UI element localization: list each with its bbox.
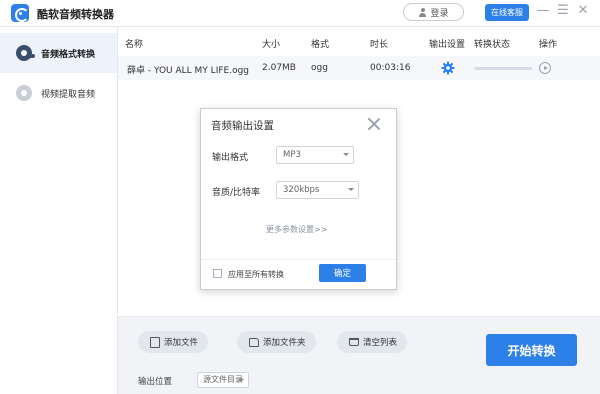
add-file-icon — [150, 336, 160, 348]
chevron-down-icon — [348, 188, 354, 191]
basket-icon — [349, 338, 359, 346]
output-format-label: 输出格式 — [212, 153, 249, 163]
apply-all-checkbox[interactable] — [213, 269, 222, 278]
add-folder-button[interactable]: 添加文件夹 — [237, 331, 316, 353]
sidebar-item-video-extract[interactable]: 视频提取音频 — [0, 73, 117, 113]
sidebar: 音频格式转换 视频提取音频 — [0, 27, 118, 394]
minimize-button[interactable]: — — [536, 4, 550, 18]
bitrate-label: 音质/比特率 — [212, 188, 261, 198]
column-header-status: 转换状态 — [474, 40, 511, 50]
bitrate-select[interactable]: 320kbps — [276, 181, 359, 199]
clear-list-button[interactable]: 清空列表 — [337, 331, 408, 353]
column-header-name: 名称 — [125, 40, 144, 50]
table-row[interactable]: 薛卓 - YOU ALL MY LIFE.ogg 2.07MB ogg 00:0… — [118, 56, 600, 80]
conversion-progress-bar — [474, 67, 532, 70]
more-settings-link[interactable]: 更多参数设置>> — [266, 224, 327, 235]
login-button[interactable]: 登录 — [403, 3, 464, 21]
user-icon — [418, 7, 427, 17]
output-location-select[interactable]: 源文件目录 — [197, 372, 249, 388]
online-service-button[interactable]: 在线客服 — [485, 4, 529, 21]
close-button[interactable]: ✕ — [576, 4, 590, 18]
close-icon[interactable] — [367, 117, 381, 131]
column-header-format: 格式 — [311, 40, 330, 50]
file-size: 2.07MB — [262, 63, 296, 73]
audio-output-settings-dialog: 音频输出设置 输出格式 MP3 音质/比特率 320kbps 更多参数设置>> … — [200, 108, 397, 290]
output-format-value: MP3 — [283, 150, 301, 160]
chevron-down-icon — [238, 379, 244, 382]
ok-button[interactable]: 确定 — [319, 264, 366, 282]
clear-list-label: 清空列表 — [363, 338, 398, 348]
file-name: 薛卓 - YOU ALL MY LIFE.ogg — [127, 66, 250, 76]
dialog-title: 音频输出设置 — [211, 120, 274, 132]
column-header-duration: 时长 — [370, 40, 389, 50]
bottom-toolbar: 添加文件 添加文件夹 清空列表 开始转换 输出位置 源文件目录 — [118, 316, 600, 394]
film-reel-icon — [16, 45, 35, 61]
sidebar-item-label: 视频提取音频 — [41, 89, 96, 100]
menu-button[interactable]: ☰ — [556, 4, 570, 18]
title-bar: 酷软音频转换器 登录 在线客服 — ☰ ✕ — [0, 0, 600, 27]
chevron-down-icon — [343, 153, 349, 156]
start-convert-button[interactable]: 开始转换 — [486, 334, 577, 366]
column-header-size: 大小 — [262, 40, 281, 50]
add-folder-label: 添加文件夹 — [263, 338, 306, 348]
table-header: 名称 大小 格式 时长 输出设置 转换状态 操作 — [118, 35, 600, 51]
file-format: ogg — [311, 63, 328, 73]
play-icon[interactable] — [539, 62, 551, 74]
reel-icon — [16, 85, 32, 101]
dialog-divider — [201, 259, 396, 260]
gear-icon[interactable] — [441, 61, 455, 75]
sidebar-item-label: 音频格式转换 — [41, 49, 96, 60]
file-duration: 00:03:16 — [370, 63, 411, 73]
app-title: 酷软音频转换器 — [37, 8, 114, 21]
bitrate-value: 320kbps — [283, 185, 320, 195]
apply-all-label: 应用至所有转换 — [228, 270, 284, 279]
add-folder-icon — [249, 337, 259, 347]
add-file-button[interactable]: 添加文件 — [138, 331, 209, 353]
login-label: 登录 — [430, 8, 449, 19]
add-file-label: 添加文件 — [164, 338, 199, 348]
column-header-output-settings: 输出设置 — [429, 40, 466, 50]
output-format-select[interactable]: MP3 — [276, 146, 354, 164]
app-logo-icon — [11, 4, 29, 22]
column-header-actions: 操作 — [539, 40, 558, 50]
output-location-label: 输出位置 — [138, 377, 173, 387]
output-location-value: 源文件目录 — [203, 375, 243, 384]
sidebar-item-audio-format[interactable]: 音频格式转换 — [0, 33, 117, 73]
